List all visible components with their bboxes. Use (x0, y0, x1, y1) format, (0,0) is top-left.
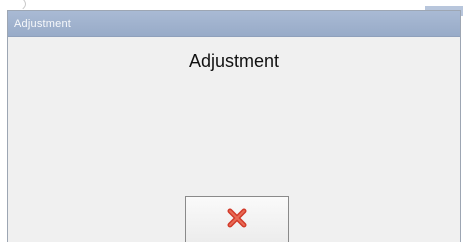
close-button[interactable] (185, 196, 289, 242)
dialog-title: Adjustment (14, 17, 72, 30)
close-x-icon (226, 207, 248, 242)
dialog-titlebar[interactable]: Adjustment (8, 11, 460, 37)
adjustment-dialog: Adjustment Adjustment (7, 10, 461, 242)
screen: Adjustment Adjustment (0, 0, 468, 242)
dialog-heading: Adjustment (188, 51, 280, 71)
